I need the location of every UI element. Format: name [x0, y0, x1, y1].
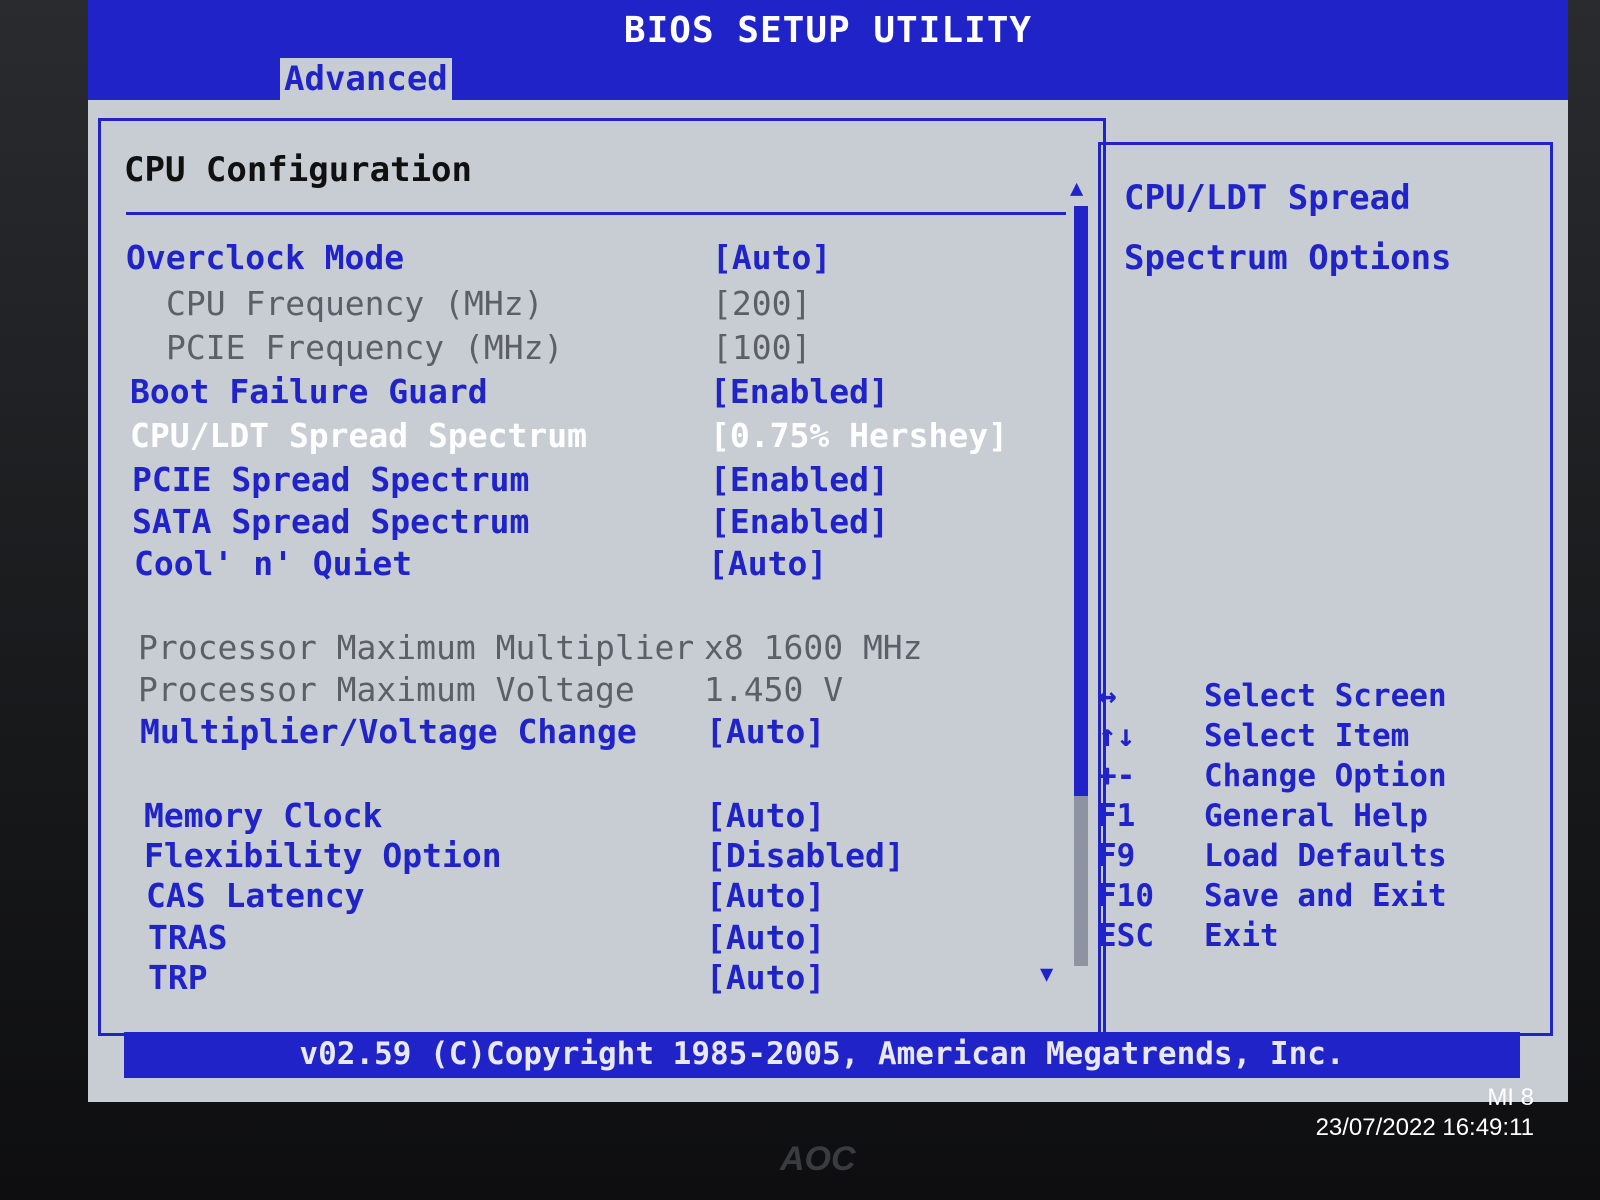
footer-bar: v02.59 (C)Copyright 1985-2005, American … [124, 1032, 1520, 1078]
setting-label: Cool' n' Quiet [134, 544, 413, 583]
key-legend-row: F1 General Help [88, 798, 1548, 838]
setting-row-cpu-ldt-spread-spectrum[interactable]: CPU/LDT Spread Spectrum [0.75% Hershey] [88, 416, 1068, 456]
photo-timestamp: 23/07/2022 16:49:11 [1315, 1114, 1534, 1141]
setting-row-pcie-spread-spectrum[interactable]: PCIE Spread Spectrum [Enabled] [88, 460, 1068, 500]
key-legend-row: F10 Save and Exit [88, 878, 1548, 918]
key-legend-row: ↑↓ Select Item [88, 718, 1548, 758]
key-action-label: General Help [1204, 798, 1428, 834]
setting-value: [100] [712, 328, 812, 367]
key-action-label: Save and Exit [1204, 878, 1447, 914]
setting-label: CPU/LDT Spread Spectrum [130, 416, 587, 455]
setting-label: PCIE Spread Spectrum [132, 460, 530, 499]
bios-screen: BIOS SETUP UTILITY Advanced CPU Configur… [88, 0, 1568, 1102]
section-title: CPU Configuration [124, 150, 472, 190]
key-legend-row: +- Change Option [88, 758, 1548, 798]
setting-row-cpu-frequency-mhz: CPU Frequency (MHz) [200] [88, 284, 1068, 324]
setting-label: TRP [148, 958, 208, 997]
setting-label: Boot Failure Guard [130, 372, 488, 411]
tab-bar: Advanced [88, 58, 1568, 100]
key-action-label: Select Item [1204, 718, 1410, 754]
scroll-up-icon[interactable]: ▲ [1070, 176, 1083, 201]
setting-value: x8 1600 MHz [704, 628, 923, 667]
key-action-label: Exit [1204, 918, 1279, 954]
setting-row-sata-spread-spectrum[interactable]: SATA Spread Spectrum [Enabled] [88, 502, 1068, 542]
setting-label: Processor Maximum Multiplier [138, 628, 695, 667]
key-action-label: Select Screen [1204, 678, 1447, 714]
up-down-arrow-icon: ↑↓ [1098, 718, 1136, 754]
setting-value[interactable]: [Auto] [706, 958, 825, 998]
camera-device-label: MI 8 [1487, 1084, 1534, 1111]
setting-value: [200] [712, 284, 812, 323]
setting-row-pcie-frequency-mhz: PCIE Frequency (MHz) [100] [88, 328, 1068, 368]
f10-key: F10 [1098, 878, 1154, 914]
copyright-text: v02.59 (C)Copyright 1985-2005, American … [299, 1036, 1345, 1072]
key-legend-row: ESC Exit [88, 918, 1548, 958]
setting-row-boot-failure-guard[interactable]: Boot Failure Guard [Enabled] [88, 372, 1068, 412]
setting-value[interactable]: [Enabled] [710, 502, 889, 542]
setting-label: SATA Spread Spectrum [132, 502, 530, 541]
key-legend-row: ↔ Select Screen [88, 678, 1548, 718]
setting-value[interactable]: [Enabled] [710, 372, 889, 412]
setting-row-trp[interactable]: TRP [Auto] [88, 958, 1068, 998]
key-action-label: Change Option [1204, 758, 1447, 794]
key-action-label: Load Defaults [1204, 838, 1447, 874]
setting-value[interactable]: [Enabled] [710, 460, 889, 500]
setting-label: PCIE Frequency (MHz) [166, 328, 564, 367]
setting-row-processor-maximum-multiplier: Processor Maximum Multiplier x8 1600 MHz [88, 628, 1068, 668]
setting-label: CPU Frequency (MHz) [166, 284, 544, 323]
title-bar: BIOS SETUP UTILITY [88, 0, 1568, 58]
setting-row-overclock-mode[interactable]: Overclock Mode [Auto] [88, 238, 1068, 278]
setting-value[interactable]: [Auto] [708, 544, 827, 584]
scroll-down-icon[interactable]: ▼ [1040, 962, 1053, 987]
setting-label: Overclock Mode [126, 238, 405, 277]
tab-advanced[interactable]: Advanced [280, 58, 452, 100]
left-right-arrow-icon: ↔ [1098, 678, 1117, 714]
plus-minus-icon: +- [1098, 758, 1136, 794]
f1-key: F1 [1098, 798, 1136, 834]
key-legend-row: F9 Load Defaults [88, 838, 1548, 878]
esc-key: ESC [1098, 918, 1154, 954]
setting-value[interactable]: [Auto] [712, 238, 831, 278]
help-title: CPU/LDT Spread Spectrum Options [1124, 178, 1452, 278]
section-divider [126, 212, 1066, 215]
app-title: BIOS SETUP UTILITY [623, 10, 1033, 51]
setting-row-cool-n-quiet[interactable]: Cool' n' Quiet [Auto] [88, 544, 1068, 584]
f9-key: F9 [1098, 838, 1136, 874]
setting-value[interactable]: [0.75% Hershey] [710, 416, 1008, 456]
monitor-brand-logo: AOC [780, 1140, 856, 1178]
